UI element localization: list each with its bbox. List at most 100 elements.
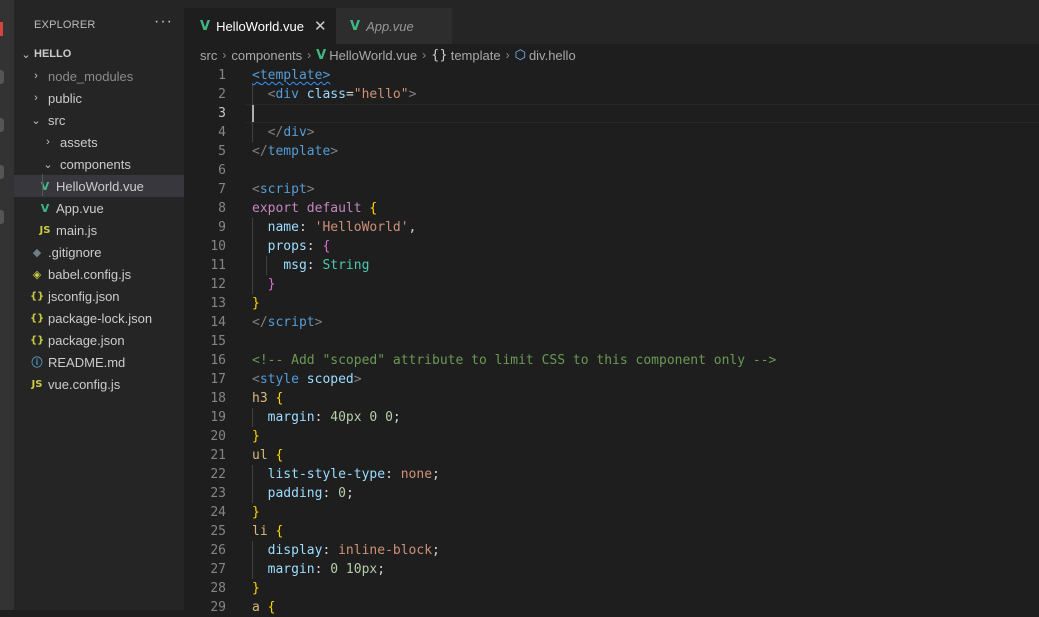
project-root[interactable]: ⌄ HELLO xyxy=(14,43,184,65)
code-line[interactable]: 9 name: 'HelloWorld', xyxy=(184,218,1039,237)
code-token: margin xyxy=(267,410,315,425)
text-cursor xyxy=(252,105,254,122)
tree-item[interactable]: ◆ .gitignore xyxy=(14,241,184,263)
tree-item[interactable]: V App.vue xyxy=(14,197,184,219)
code-text: } xyxy=(252,294,260,313)
more-actions-icon[interactable]: ··· xyxy=(154,13,173,31)
code-line[interactable]: 6 xyxy=(184,161,1039,180)
code-line[interactable]: 17 <style scoped> xyxy=(184,370,1039,389)
code-token: : xyxy=(385,467,401,482)
debug-activity-icon[interactable] xyxy=(0,165,4,179)
code-token: : xyxy=(298,220,315,235)
source-control-activity-icon[interactable] xyxy=(0,118,4,132)
code-line[interactable]: 27 margin: 0 10px; xyxy=(184,560,1039,579)
code-line[interactable]: 2 <div class="hello"> xyxy=(184,85,1039,104)
code-line[interactable]: 29 a { xyxy=(184,598,1039,617)
tree-item[interactable]: ⌄ src xyxy=(14,109,184,131)
search-activity-icon[interactable] xyxy=(0,70,4,84)
tab-helloworld[interactable]: V HelloWorld.vue ✕ xyxy=(184,8,336,44)
code-token: } xyxy=(267,277,276,292)
code-line[interactable]: 11 msg: String xyxy=(184,256,1039,275)
json-file-icon: {} xyxy=(30,290,45,302)
indent-guide xyxy=(42,174,43,196)
tree-item[interactable]: ◈ babel.config.js xyxy=(14,263,184,285)
tree-item[interactable]: {} package.json xyxy=(14,329,184,351)
code-line[interactable]: 15 xyxy=(184,332,1039,351)
code-text: display: inline-block; xyxy=(252,541,440,560)
tab-app[interactable]: V App.vue xyxy=(336,8,452,44)
code-text: margin: 0 10px; xyxy=(252,560,385,579)
code-line[interactable]: 3 xyxy=(184,104,1039,123)
code-line[interactable]: 12 } xyxy=(184,275,1039,294)
code-line[interactable]: 7 <script> xyxy=(184,180,1039,199)
code-token: } xyxy=(252,429,260,444)
line-number: 10 xyxy=(210,239,226,254)
code-line[interactable]: 24} xyxy=(184,503,1039,522)
code-line[interactable]: 16 <!-- Add "scoped" attribute to limit C… xyxy=(184,351,1039,370)
tree-item[interactable]: › public xyxy=(14,87,184,109)
code-token: scoped xyxy=(306,372,354,387)
code-line[interactable]: 22 list-style-type: none; xyxy=(184,465,1039,484)
tab-bar: V HelloWorld.vue ✕ V App.vue xyxy=(184,0,1039,44)
code-line[interactable]: 18 h3 { xyxy=(184,389,1039,408)
line-number: 14 xyxy=(210,315,226,330)
code-line[interactable]: 25 li { xyxy=(184,522,1039,541)
code-text: props: { xyxy=(252,237,331,256)
tree-item[interactable]: {} jsconfig.json xyxy=(14,285,184,307)
code-editor[interactable]: 1 <template> 2 <div class="hello"> 3 4 </div… xyxy=(184,66,1039,615)
close-icon[interactable]: ✕ xyxy=(314,17,327,35)
tree-item[interactable]: {} package-lock.json xyxy=(14,307,184,329)
code-text: export default { xyxy=(252,199,377,218)
code-token: : xyxy=(306,258,323,273)
code-line[interactable]: 5 </template> xyxy=(184,142,1039,161)
line-number: 12 xyxy=(210,277,226,292)
code-token: } xyxy=(252,505,260,520)
code-token: </ xyxy=(267,125,284,140)
code-token: props xyxy=(267,239,307,254)
tree-item[interactable]: V HelloWorld.vue xyxy=(14,175,184,197)
line-number: 7 xyxy=(218,182,226,197)
tree-item[interactable]: › assets xyxy=(14,131,184,153)
breadcrumb-element[interactable]: div.hello xyxy=(529,48,576,63)
breadcrumb-src[interactable]: src xyxy=(200,48,217,63)
tree-item[interactable]: JS vue.config.js xyxy=(14,373,184,395)
breadcrumb-components[interactable]: components xyxy=(231,48,302,63)
code-token: template xyxy=(259,68,323,83)
code-line[interactable]: 13} xyxy=(184,294,1039,313)
code-line[interactable]: 21 ul { xyxy=(184,446,1039,465)
code-line[interactable]: 23 padding: 0; xyxy=(184,484,1039,503)
code-line[interactable]: 1 <template> xyxy=(184,66,1039,85)
tree-item[interactable]: ⌄ components xyxy=(14,153,184,175)
code-line[interactable]: 28} xyxy=(184,579,1039,598)
code-line[interactable]: 19 margin: 40px 0 0; xyxy=(184,408,1039,427)
code-line[interactable]: 14 </script> xyxy=(184,313,1039,332)
tree-item[interactable]: JS main.js xyxy=(14,219,184,241)
code-line[interactable]: 4 </div> xyxy=(184,123,1039,142)
code-text: <script> xyxy=(252,180,315,199)
chevron-right-icon: › xyxy=(422,48,427,62)
chevron-right-icon: › xyxy=(505,48,510,62)
breadcrumb-file[interactable]: HelloWorld.vue xyxy=(329,48,417,63)
vue-file-icon: V xyxy=(40,179,50,193)
tree-item[interactable]: ⓘ README.md xyxy=(14,351,184,373)
code-token: > xyxy=(306,125,315,140)
code-line[interactable]: 10 props: { xyxy=(184,237,1039,256)
code-line[interactable]: 26 display: inline-block; xyxy=(184,541,1039,560)
code-line[interactable]: 8 export default { xyxy=(184,199,1039,218)
extensions-activity-icon[interactable] xyxy=(0,210,4,224)
tree-item-label: README.md xyxy=(48,354,126,370)
code-line[interactable]: 20} xyxy=(184,427,1039,446)
code-text: list-style-type: none; xyxy=(252,465,440,484)
tree-item[interactable]: › node_modules xyxy=(14,65,184,87)
element-icon: ⬡ xyxy=(514,47,526,63)
vue-file-icon: V xyxy=(40,201,50,215)
code-token: : xyxy=(314,562,331,577)
js-file-icon: JS xyxy=(39,224,51,236)
code-token: ; xyxy=(432,467,440,482)
line-number: 28 xyxy=(210,581,226,596)
activity-indicator xyxy=(0,22,3,36)
breadcrumb-template[interactable]: template xyxy=(451,48,501,63)
